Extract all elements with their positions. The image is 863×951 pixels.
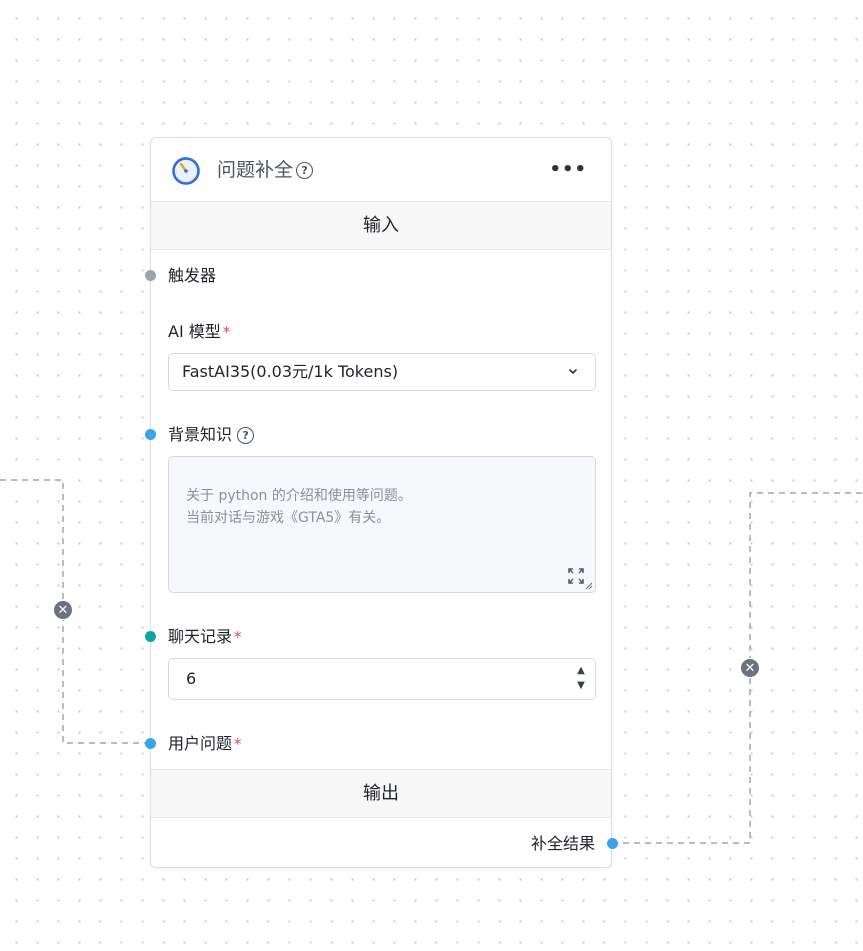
question-completion-node[interactable]: 问题补全? ••• 输入 触发器 AI 模型 * FastAI35(0.03元/1… [145,137,618,868]
stepper-up-icon[interactable]: ▲ [574,665,588,677]
model-select[interactable]: FastAI35(0.03元/1k Tokens) [168,353,596,391]
expand-icon[interactable] [568,568,584,584]
node-title: 问题补全? [217,157,314,183]
history-number-input[interactable]: 6 ▲ ▼ [168,658,596,700]
model-select-value: FastAI35(0.03元/1k Tokens) [182,362,399,381]
stepper: ▲ ▼ [574,664,588,694]
output-section-header: 输出 [151,769,611,818]
required-mark: * [234,735,242,753]
knowledge-placeholder: 关于 python 的介绍和使用等问题。 当前对话与游戏《GTA5》有关。 [186,488,412,526]
trigger-label: 触发器 [168,265,216,287]
help-icon[interactable]: ? [237,427,255,444]
edge-incoming [0,479,150,744]
knowledge-label-text: 背景知识 [168,425,233,444]
history-handle[interactable] [145,631,156,642]
knowledge-label: 背景知识? [168,424,255,446]
more-icon[interactable]: ••• [549,158,587,182]
question-label-text: 用户问题 [168,734,233,753]
chevron-down-icon [567,354,579,404]
question-label: 用户问题 * [168,733,242,755]
delete-edge-button[interactable]: ✕ [53,600,73,620]
knowledge-textarea[interactable]: 关于 python 的介绍和使用等问题。 当前对话与游戏《GTA5》有关。 [168,456,596,593]
history-label-text: 聊天记录 [168,627,233,646]
edge-outgoing [612,492,863,844]
result-output-handle[interactable] [607,838,618,849]
model-label-text: AI 模型 [168,322,221,341]
delete-edge-button[interactable]: ✕ [740,658,760,678]
history-label: 聊天记录 * [168,626,242,648]
knowledge-handle[interactable] [145,429,156,440]
result-output-label: 补全结果 [530,834,595,853]
node-title-text: 问题补全 [217,159,294,181]
required-mark: * [222,323,231,341]
node-header: 问题补全? ••• [151,138,611,201]
question-handle[interactable] [145,738,156,749]
trigger-label-text: 触发器 [168,266,217,285]
required-mark: * [234,628,242,646]
model-label: AI 模型 * [168,321,230,343]
help-icon[interactable]: ? [296,162,314,179]
stepper-down-icon[interactable]: ▼ [574,680,588,692]
resize-handle[interactable] [585,582,593,590]
timer-icon [172,157,200,185]
history-value: 6 [186,669,197,688]
input-section-header: 输入 [151,201,611,250]
trigger-handle[interactable] [145,270,156,281]
